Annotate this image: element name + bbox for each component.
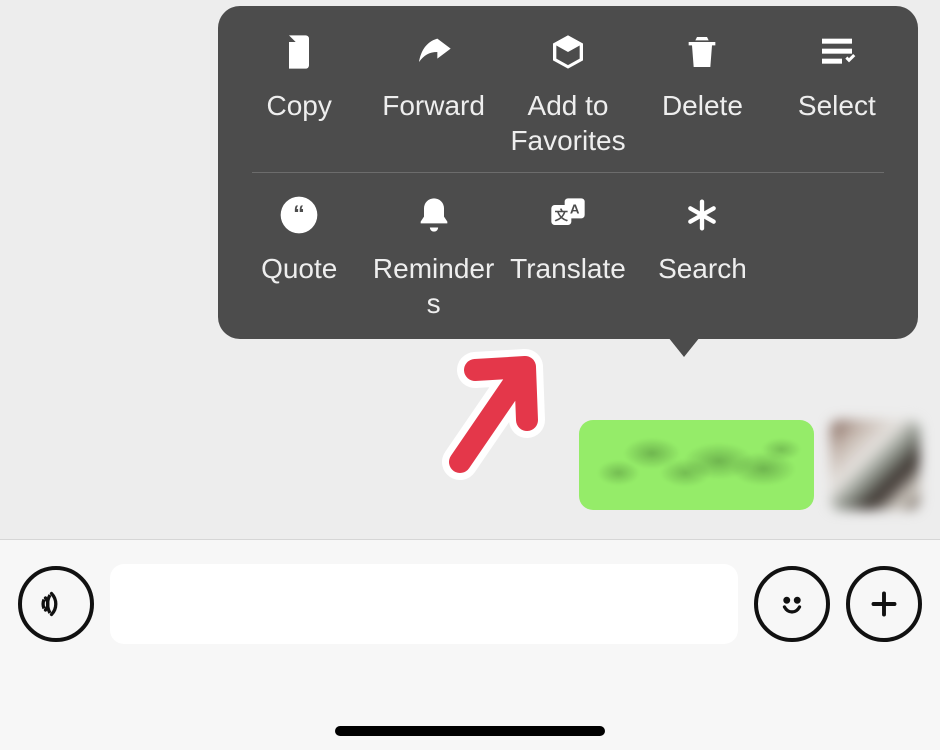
message-text-redacted (585, 426, 808, 504)
menu-item-label: Translate (510, 251, 626, 286)
delete-icon (678, 28, 726, 76)
menu-item-add-to-favorites[interactable]: Add to Favorites (501, 28, 635, 158)
message-input[interactable] (110, 564, 738, 644)
home-indicator (335, 726, 605, 736)
menu-item-label: Copy (267, 88, 332, 123)
menu-item-label: Search (658, 251, 747, 286)
quote-icon: “ (275, 191, 323, 239)
menu-item-label: Add to Favorites (503, 88, 633, 158)
search-icon (678, 191, 726, 239)
favorite-icon (544, 28, 592, 76)
forward-icon (410, 28, 458, 76)
menu-item-delete[interactable]: Delete (635, 28, 769, 123)
plus-icon (866, 586, 902, 622)
message-row-outgoing (579, 420, 920, 510)
menu-item-label: Quote (261, 251, 337, 286)
select-icon (813, 28, 861, 76)
menu-item-label: Select (798, 88, 876, 123)
menu-item-translate[interactable]: A文 Translate (501, 191, 635, 286)
menu-item-label: Delete (662, 88, 743, 123)
menu-item-reminders[interactable]: Reminders (366, 191, 500, 321)
translate-icon: A文 (544, 191, 592, 239)
voice-input-button[interactable] (18, 566, 94, 642)
svg-text:“: “ (293, 201, 305, 227)
smile-icon (774, 586, 810, 622)
menu-item-forward[interactable]: Forward (366, 28, 500, 123)
message-context-menu: Copy Forward Add to Favorites Delete (218, 6, 918, 339)
more-button[interactable] (846, 566, 922, 642)
message-bubble[interactable] (579, 420, 814, 510)
menu-item-quote[interactable]: “ Quote (232, 191, 366, 286)
menu-item-select[interactable]: Select (770, 28, 904, 123)
copy-icon (275, 28, 323, 76)
reminder-icon (410, 191, 458, 239)
menu-item-search[interactable]: Search (635, 191, 769, 286)
emoji-button[interactable] (754, 566, 830, 642)
svg-text:文: 文 (555, 207, 569, 223)
avatar[interactable] (830, 420, 920, 510)
svg-text:A: A (570, 201, 580, 216)
input-bar (0, 539, 940, 750)
menu-item-label: Forward (382, 88, 485, 123)
menu-row-1: Copy Forward Add to Favorites Delete (232, 28, 904, 158)
sound-wave-icon (38, 586, 74, 622)
menu-item-label: Reminders (369, 251, 499, 321)
menu-row-2: “ Quote Reminders A文 Translate (232, 191, 904, 321)
menu-item-copy[interactable]: Copy (232, 28, 366, 123)
menu-divider (252, 172, 884, 173)
annotation-arrow (405, 312, 585, 497)
